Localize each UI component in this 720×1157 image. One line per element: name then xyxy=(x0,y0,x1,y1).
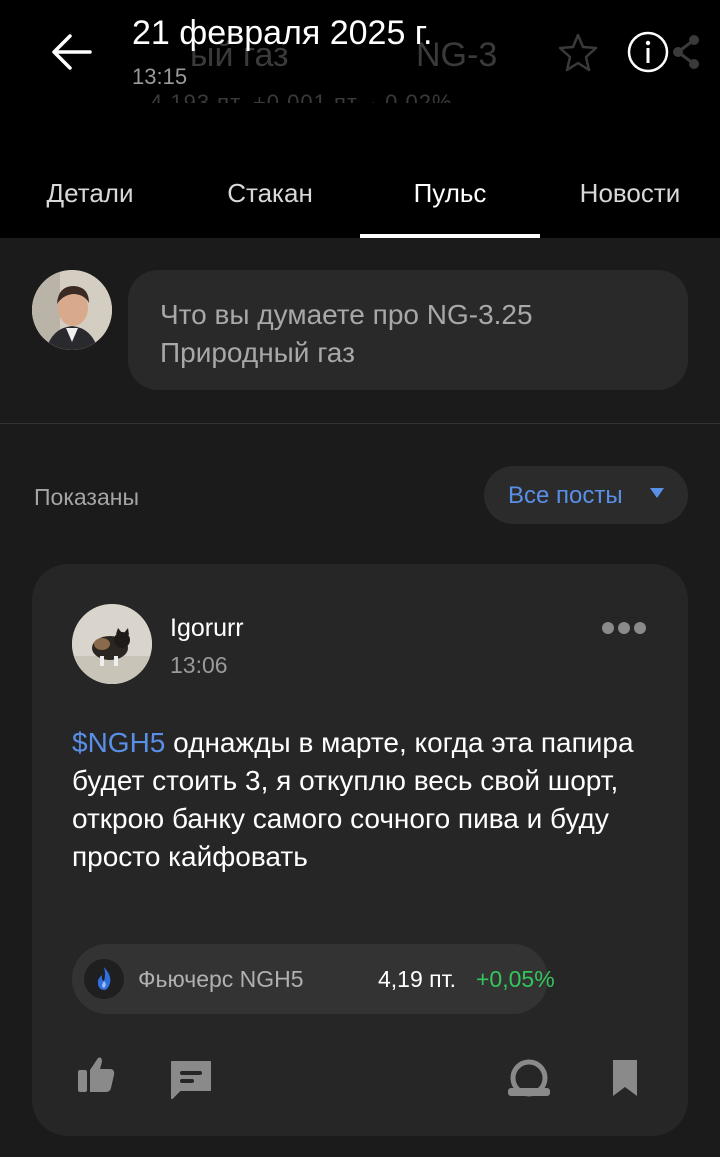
divider xyxy=(0,423,720,424)
tab-bar: Детали Стакан Пульс Новости xyxy=(0,160,720,238)
caret-down-icon xyxy=(650,488,664,498)
header-time: 13:15 xyxy=(132,64,188,89)
post-author[interactable]: Igorurr xyxy=(170,614,244,643)
post-card: Igorurr 13:06 $NGH5 однажды в марте, ког… xyxy=(32,564,688,1136)
compose-post-field[interactable]: Что вы думаете про NG-3.25 Природный газ xyxy=(128,270,688,390)
comment-icon[interactable] xyxy=(168,1058,214,1100)
share-icon[interactable] xyxy=(672,30,702,74)
ghost-mask xyxy=(130,103,530,115)
post-body: $NGH5 однажды в марте, когда эта папира … xyxy=(72,724,652,876)
app-header: ый газ NG-3 4,193 пт. +0,001 пт. · 0,02%… xyxy=(0,0,720,238)
page-title: 21 февраля 2025 г. xyxy=(132,14,433,52)
instrument-name: Фьючерс NGH5 xyxy=(138,966,304,992)
tab-order-book[interactable]: Стакан xyxy=(180,178,360,209)
gas-flame-icon xyxy=(84,959,124,999)
user-avatar[interactable] xyxy=(32,270,112,350)
tab-pulse[interactable]: Пульс xyxy=(360,178,540,209)
back-arrow-icon[interactable] xyxy=(44,24,100,80)
filter-selected-value: Все посты xyxy=(508,482,623,509)
tab-news[interactable]: Новости xyxy=(540,178,720,209)
ticker-tag-link[interactable]: $NGH5 xyxy=(72,727,165,758)
instrument-change: +0,05% xyxy=(476,966,555,992)
instrument-price: 4,19 пт. xyxy=(378,966,456,992)
like-icon[interactable] xyxy=(76,1054,116,1094)
tab-details[interactable]: Детали xyxy=(0,178,180,209)
more-options-icon[interactable] xyxy=(600,620,650,636)
star-icon[interactable] xyxy=(556,30,600,74)
info-icon[interactable] xyxy=(626,30,670,74)
post-time: 13:06 xyxy=(170,652,228,678)
repost-icon[interactable] xyxy=(506,1058,552,1098)
author-avatar[interactable] xyxy=(72,604,152,684)
instrument-chip[interactable]: Фьючерс NGH5 4,19 пт. +0,05% xyxy=(72,944,555,1014)
bookmark-icon[interactable] xyxy=(610,1058,640,1098)
active-tab-indicator xyxy=(360,234,540,238)
posts-filter-dropdown[interactable]: Все посты xyxy=(484,466,688,524)
compose-placeholder: Что вы думаете про NG-3.25 Природный газ xyxy=(160,299,533,368)
shown-label: Показаны xyxy=(34,484,139,510)
